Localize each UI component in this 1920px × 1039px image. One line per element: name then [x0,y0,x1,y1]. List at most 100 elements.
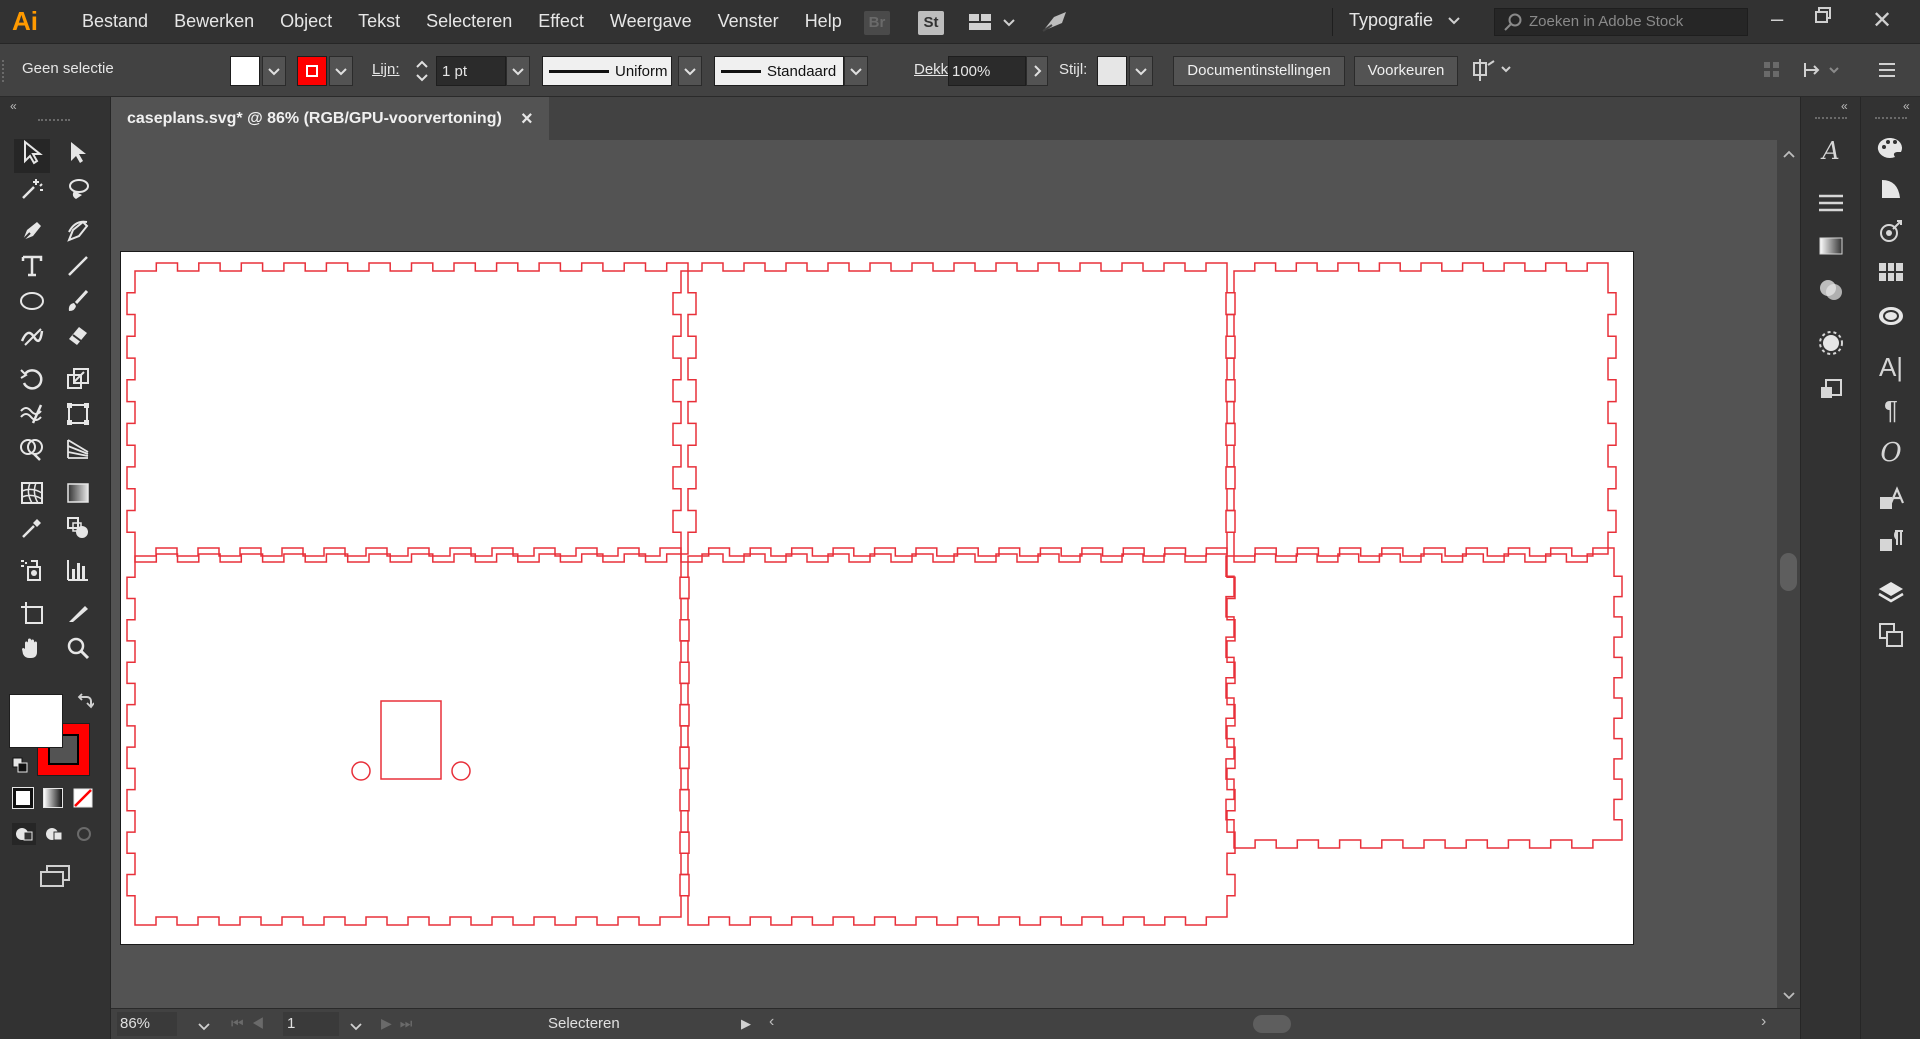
variable-width-profile[interactable]: Uniform [542,56,672,86]
preferences-button[interactable]: Voorkeuren [1354,56,1458,86]
draw-inside-icon[interactable] [72,823,96,850]
cc-libraries-icon[interactable] [1873,302,1909,334]
lasso-icon[interactable] [60,176,96,210]
vertical-scroll-thumb[interactable] [1780,553,1797,591]
collapse-dock-icon[interactable]: « [1903,99,1910,113]
eraser-icon[interactable] [60,323,96,357]
stroke-panel-icon[interactable] [1813,192,1849,224]
brush-definition[interactable]: Standaard [714,56,844,86]
free-transform-icon[interactable] [60,401,96,435]
draw-behind-icon[interactable] [42,823,66,850]
column-graph-icon[interactable] [60,557,96,591]
stroke-label[interactable]: Lijn: [372,61,400,78]
screw-hole-left[interactable] [351,761,371,781]
artboard-nav-next-last-icon[interactable]: ▶⏭ [381,1015,420,1032]
recolor-icon[interactable] [1873,218,1909,250]
blend-tool-icon[interactable] [60,515,96,549]
stock-icon[interactable]: St [918,11,944,35]
transform-icon[interactable] [1802,60,1842,85]
layers-icon[interactable] [1873,579,1909,611]
draw-normal-icon[interactable] [12,823,36,850]
profile-dropdown[interactable] [678,56,702,86]
panel-bottom-right[interactable] [1225,547,1623,849]
selection-tool-icon[interactable] [14,139,50,173]
close-window-icon[interactable]: ✕ [1872,6,1892,35]
artboards-panel-icon[interactable] [1873,621,1909,653]
close-tab-icon[interactable]: × [521,97,533,141]
gradient-mode-icon[interactable] [43,788,63,808]
color-guide-icon[interactable] [1873,176,1909,208]
stock-search-input[interactable]: Zoeken in Adobe Stock [1494,8,1748,36]
zoom-dropdown-icon[interactable] [197,1019,211,1037]
opacity-flyout[interactable] [1026,56,1048,86]
type-tool-icon[interactable] [14,253,50,287]
gradient-tool-icon[interactable] [60,480,96,514]
gradient-panel-icon[interactable] [1813,234,1849,266]
menu-help[interactable]: Help [805,11,842,32]
style-dropdown[interactable] [1129,56,1153,86]
ellipse-tool-icon[interactable] [14,288,50,322]
zoom-level-input[interactable]: 86% [117,1012,177,1036]
default-colors-icon[interactable] [12,757,28,778]
panel-top-middle[interactable] [672,262,1236,563]
menu-bewerken[interactable]: Bewerken [174,11,254,32]
screen-mode-icon[interactable] [38,863,72,894]
dock-grip[interactable] [1875,117,1907,119]
opentype-panel-icon[interactable]: O [1873,437,1909,469]
restore-icon[interactable] [1814,6,1832,29]
stroke-stepper[interactable] [412,56,432,86]
opacity-input[interactable]: 100% [948,56,1026,86]
slice-tool-icon[interactable] [60,600,96,634]
shaper-tool-icon[interactable] [14,323,50,357]
screw-hole-right[interactable] [451,761,471,781]
horizontal-scroll-thumb[interactable] [1253,1015,1291,1033]
scale-tool-icon[interactable] [60,366,96,400]
panel-top-right[interactable] [1225,262,1617,563]
status-menu-arrow-icon[interactable]: ▶ [741,1016,751,1032]
none-mode-icon[interactable] [73,788,93,813]
menu-selecteren[interactable]: Selecteren [426,11,512,32]
graphic-styles-icon[interactable] [1813,377,1849,409]
vertical-scrollbar[interactable] [1777,140,1800,1008]
fill-dropdown[interactable] [262,56,286,86]
panel-grip[interactable] [2,60,5,82]
scroll-left-icon[interactable]: ‹ [769,1013,774,1031]
artboard-dropdown-icon[interactable] [349,1019,363,1037]
artboard-number-input[interactable]: 1 [283,1012,339,1036]
artboard-nav-first-prev-icon[interactable]: ⏮◀ [231,1015,272,1032]
character-styles-icon[interactable]: A [1813,135,1849,167]
appearance-panel-icon[interactable] [1813,329,1849,361]
hand-tool-icon[interactable] [14,635,50,669]
arrange-documents-icon[interactable] [968,12,1018,39]
document-tab[interactable]: caseplans.svg* @ 86% (RGB/GPU-voorverton… [111,97,549,140]
menu-tekst[interactable]: Tekst [358,11,400,32]
color-palette-icon[interactable] [1873,135,1909,167]
warp-tool-icon[interactable] [14,401,50,435]
workspace-switcher[interactable]: Typografie [1349,10,1433,31]
collapse-dock-icon[interactable]: « [1841,99,1848,113]
eyedropper-icon[interactable] [14,515,50,549]
case-plans-drawing[interactable] [121,252,1635,946]
dock-grip[interactable] [1815,117,1847,119]
zoom-tool-icon[interactable] [60,635,96,669]
port-rectangle[interactable] [380,700,442,780]
panel-bottom-left[interactable] [126,547,690,926]
curvature-tool-icon[interactable] [60,218,96,252]
scroll-up-icon[interactable] [1782,146,1796,164]
swatches-icon[interactable] [1873,260,1909,292]
transparency-panel-icon[interactable] [1813,277,1849,309]
rotate-tool-icon[interactable] [14,366,50,400]
paintbrush-icon[interactable] [60,288,96,322]
graphic-style-swatch[interactable] [1097,56,1127,86]
character-style-panel-icon[interactable] [1873,485,1909,517]
arrange-icon[interactable] [1470,57,1516,88]
scroll-down-icon[interactable] [1782,988,1796,1006]
document-setup-button[interactable]: Documentinstellingen [1173,56,1345,86]
panel-grip[interactable] [38,119,70,122]
menu-weergave[interactable]: Weergave [610,11,692,32]
color-mode-icon[interactable] [12,787,34,809]
menu-venster[interactable]: Venster [718,11,779,32]
fill-swatch[interactable] [230,56,260,86]
menu-bestand[interactable]: Bestand [82,11,148,32]
menu-effect[interactable]: Effect [538,11,584,32]
